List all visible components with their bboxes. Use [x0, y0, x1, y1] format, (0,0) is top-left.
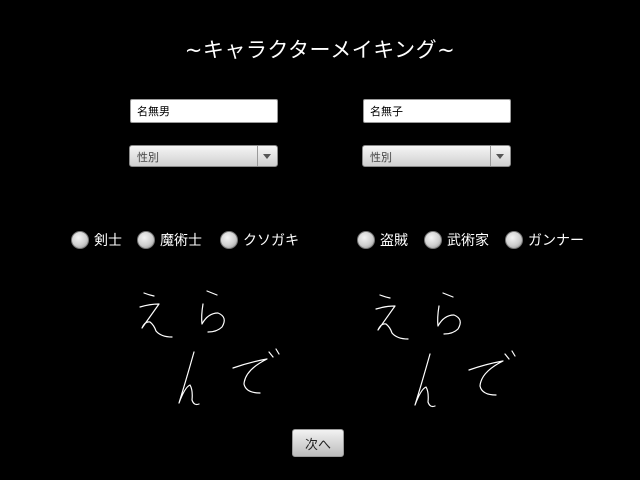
radio-button-icon[interactable]: [137, 231, 155, 249]
right-character-portrait: [375, 292, 516, 408]
radio-label: 魔術士: [160, 233, 202, 249]
right-gender-select-value: 性別: [370, 151, 392, 164]
radio-label: クソガキ: [243, 233, 299, 249]
radio-button-icon[interactable]: [357, 231, 375, 249]
radio-button-icon[interactable]: [505, 231, 523, 249]
left-name-input[interactable]: [130, 99, 278, 123]
chevron-down-icon: [257, 146, 277, 166]
radio-label: 武術家: [447, 233, 489, 249]
radio-swordsman[interactable]: 剣士: [71, 230, 122, 250]
left-gender-select-value: 性別: [137, 151, 159, 164]
next-button[interactable]: 次へ: [292, 429, 344, 457]
right-name-input[interactable]: [363, 99, 511, 123]
radio-thief[interactable]: 盗賊: [357, 230, 408, 250]
radio-button-icon[interactable]: [71, 231, 89, 249]
radio-button-icon[interactable]: [424, 231, 442, 249]
left-gender-select[interactable]: 性別: [129, 145, 278, 167]
right-gender-select[interactable]: 性別: [362, 145, 511, 167]
radio-label: 剣士: [94, 233, 122, 249]
page-title: ~キャラクターメイキング~: [184, 38, 456, 62]
radio-gunner[interactable]: ガンナー: [505, 230, 584, 250]
radio-label: 盗賊: [380, 233, 408, 249]
left-character-portrait: [139, 290, 280, 406]
chevron-down-icon: [490, 146, 510, 166]
radio-martial-artist[interactable]: 武術家: [424, 230, 489, 250]
radio-sorcerer[interactable]: 魔術士: [137, 230, 202, 250]
radio-brat[interactable]: クソガキ: [220, 230, 299, 250]
radio-button-icon[interactable]: [220, 231, 238, 249]
radio-label: ガンナー: [528, 233, 584, 249]
